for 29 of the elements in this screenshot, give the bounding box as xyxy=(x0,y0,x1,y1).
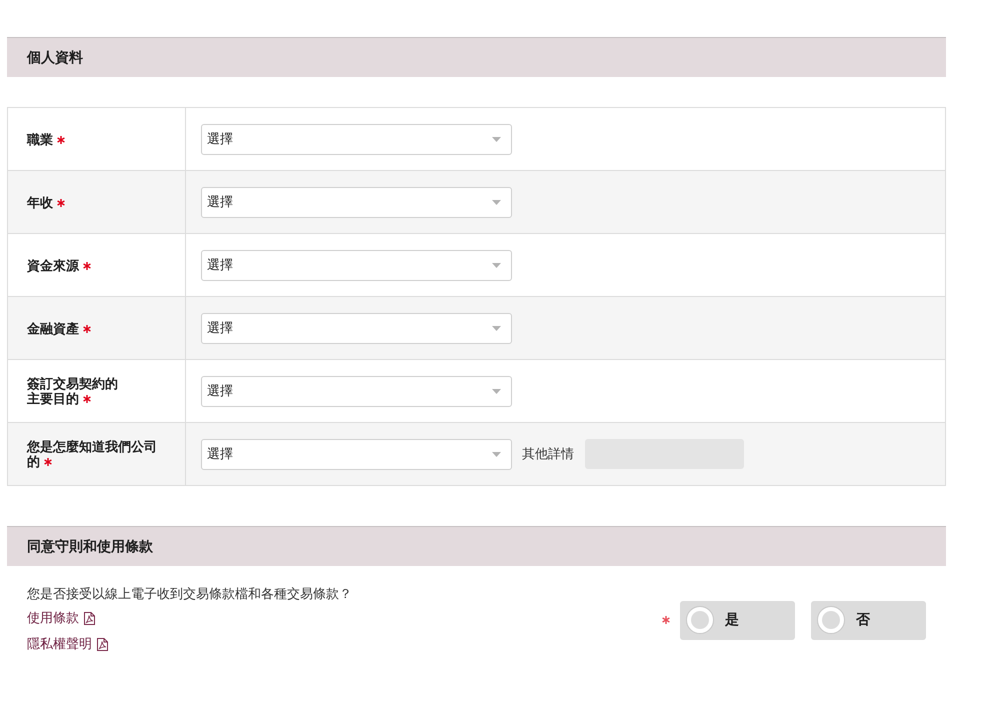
caret-down-icon xyxy=(492,262,501,268)
radio-option[interactable]: 是 xyxy=(680,600,795,640)
dropdown-field[interactable]: 選擇 xyxy=(201,376,512,406)
caret-down-icon xyxy=(492,200,501,204)
dropdown-field[interactable]: 選擇 xyxy=(201,438,512,470)
field-label: 簽訂交易契約的 xyxy=(27,376,118,391)
field-label: 年收 xyxy=(27,194,53,210)
field-label: 主要目的 xyxy=(27,391,79,406)
field-label: 您是怎麼知道我們公司的 xyxy=(27,439,157,469)
document-link[interactable]: 隱私權聲明 xyxy=(27,631,108,657)
caret-down-icon xyxy=(492,326,501,330)
dropdown-field[interactable]: 選擇 xyxy=(201,312,512,344)
caret-down-icon xyxy=(492,136,501,142)
section-header: 同意守則和使用條款 xyxy=(7,526,946,566)
radio-option[interactable]: 否 xyxy=(811,600,926,640)
caret-down-icon xyxy=(492,452,501,456)
dropdown-field[interactable]: 選擇 xyxy=(201,250,512,280)
field-label: 金融資產 xyxy=(27,320,79,336)
field-label: 資金來源 xyxy=(27,258,79,272)
other-details-label: 其他詳情 xyxy=(522,445,574,463)
consent-question: 您是否接受以線上電子收到交易條款檔和各種交易條款？ xyxy=(27,585,352,603)
dropdown-field[interactable]: 選擇 xyxy=(201,186,512,218)
section-header: 個人資料 xyxy=(7,37,946,77)
field-label: 職業 xyxy=(27,132,53,146)
document-link[interactable]: 使用條款 xyxy=(27,605,95,631)
pdf-file-icon xyxy=(84,612,95,624)
pdf-file-icon xyxy=(97,638,108,650)
caret-down-icon xyxy=(492,388,501,394)
dropdown-field[interactable]: 選擇 xyxy=(201,124,512,154)
